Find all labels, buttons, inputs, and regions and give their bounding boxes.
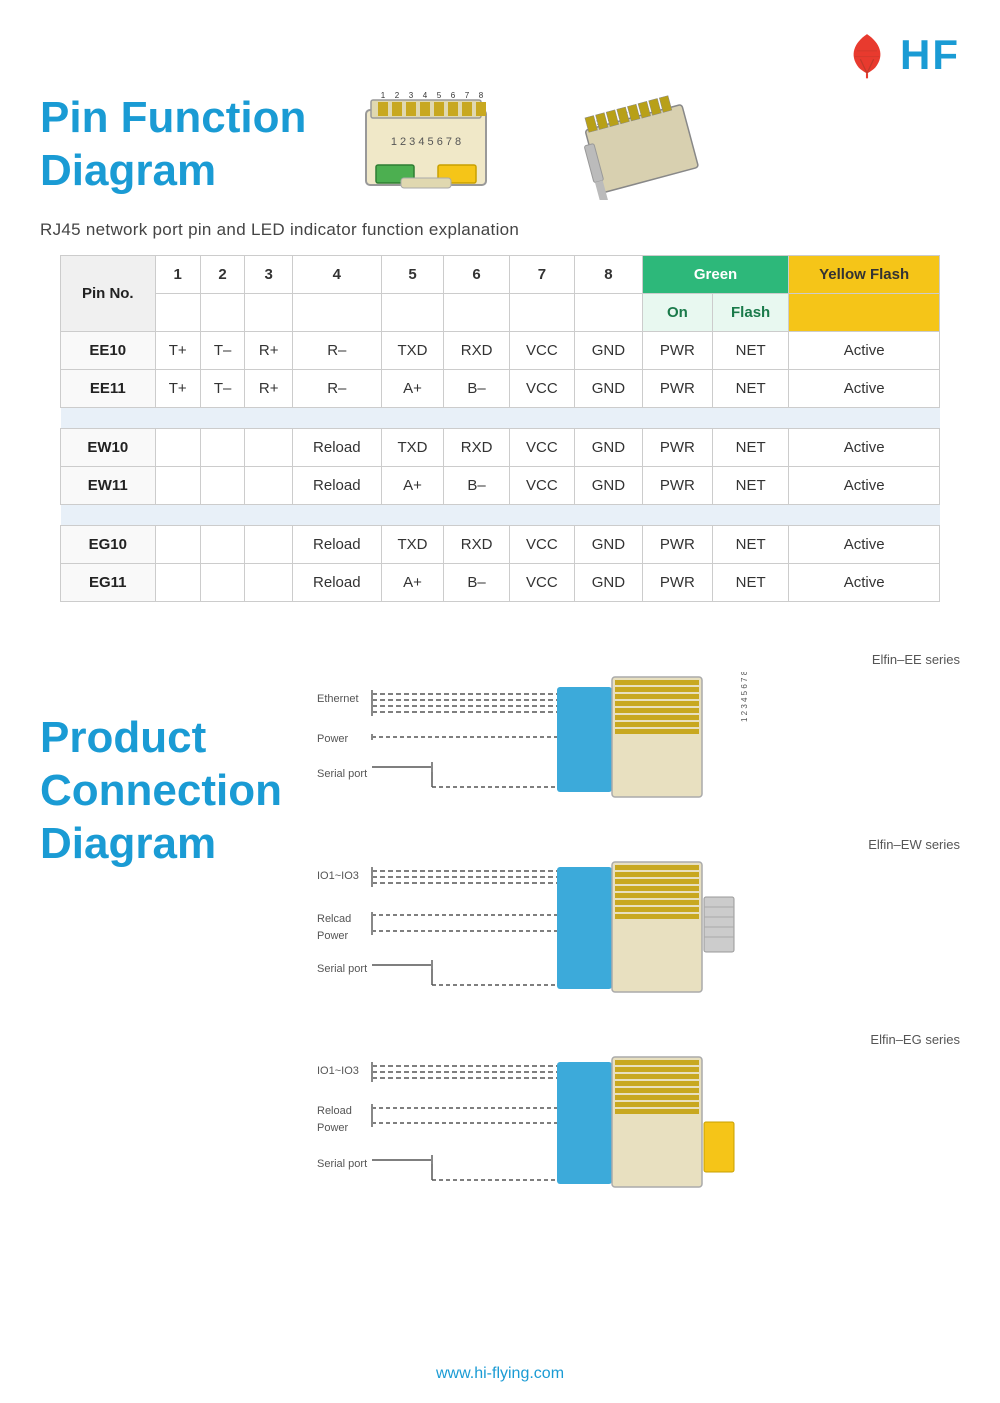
product-section: Product Connection Diagram Elfin–EE seri… <box>0 632 1000 1217</box>
connector-front-icon: 1 2 3 4 5 6 7 8 1 2 3 4 5 6 7 8 <box>346 90 506 200</box>
svg-text:Serial port: Serial port <box>317 963 367 975</box>
diagram-ee-series: Elfin–EE series Ethernet Power Serial po… <box>312 652 960 807</box>
svg-text:7: 7 <box>465 91 470 100</box>
col-8: 8 <box>575 256 643 294</box>
table-row: EW11 Reload A+ B– VCC GND PWR NET Active <box>61 467 940 505</box>
diagrams-area: Elfin–EE series Ethernet Power Serial po… <box>312 652 960 1197</box>
diagram-ew-series: Elfin–EW series IO1~IO3 Relcad Power Ser… <box>312 837 960 1002</box>
col-5: 5 <box>381 256 444 294</box>
svg-text:Power: Power <box>317 1122 349 1134</box>
svg-text:Serial port: Serial port <box>317 1158 367 1170</box>
yellow-flash-header <box>789 294 940 332</box>
svg-text:1: 1 <box>381 91 386 100</box>
col-7-sub <box>509 294 574 332</box>
col-4-sub <box>293 294 382 332</box>
diagram-eg-series: Elfin–EG series IO1~IO3 Reload Power Ser… <box>312 1032 960 1197</box>
table-row: EG11 Reload A+ B– VCC GND PWR NET Active <box>61 564 940 602</box>
logo-text: HF <box>900 31 960 79</box>
svg-text:4: 4 <box>423 91 428 100</box>
svg-text:Reload: Reload <box>317 1105 352 1117</box>
green-header: Green <box>642 256 788 294</box>
svg-text:IO1~IO3: IO1~IO3 <box>317 870 359 882</box>
col-5-sub <box>381 294 444 332</box>
eg-series-diagram-icon: IO1~IO3 Reload Power Serial port <box>312 1052 832 1192</box>
product-title: Product Connection Diagram <box>40 712 282 870</box>
title-section: Pin Function Diagram 1 2 3 4 5 6 7 8 1 2… <box>0 90 1000 200</box>
svg-text:2: 2 <box>395 91 400 100</box>
footer: www.hi-flying.com <box>0 1365 1000 1383</box>
connector-side-icon: 1 2 3 4 5 6 7 8 <box>546 90 716 200</box>
col-6-sub <box>444 294 509 332</box>
pin-table-container: Pin No. 1 2 3 4 5 6 7 8 Green Yellow Fla… <box>0 255 1000 602</box>
logo-leaf-icon <box>842 30 892 80</box>
svg-text:Serial port: Serial port <box>317 768 367 780</box>
table-spacer <box>61 505 940 526</box>
svg-text:3: 3 <box>409 91 414 100</box>
ew-series-diagram-icon: IO1~IO3 Relcad Power Serial port <box>312 857 832 997</box>
table-row: EG10 Reload TXD RXD VCC GND PWR NET Acti… <box>61 526 940 564</box>
svg-text:Power: Power <box>317 930 349 942</box>
svg-text:6: 6 <box>451 91 456 100</box>
pin-table: Pin No. 1 2 3 4 5 6 7 8 Green Yellow Fla… <box>60 255 940 602</box>
svg-text:Ethernet: Ethernet <box>317 693 359 705</box>
ee-series-diagram-icon: Ethernet Power Serial port <box>312 672 832 802</box>
table-row: EW10 Reload TXD RXD VCC GND PWR NET Acti… <box>61 429 940 467</box>
svg-text:1 2 3 4 5 6 7 8: 1 2 3 4 5 6 7 8 <box>740 672 749 722</box>
col-2: 2 <box>200 256 245 294</box>
table-row: EE10 T+ T– R+ R– TXD RXD VCC GND PWR NET… <box>61 332 940 370</box>
subtitle: RJ45 network port pin and LED indicator … <box>0 210 1000 255</box>
header: HF <box>0 0 1000 90</box>
table-spacer <box>61 408 940 429</box>
svg-text:Relcad: Relcad <box>317 913 351 925</box>
col-6: 6 <box>444 256 509 294</box>
page-title: Pin Function Diagram <box>40 92 306 198</box>
green-on-header: On <box>642 294 712 332</box>
col-1: 1 <box>155 256 200 294</box>
col-7: 7 <box>509 256 574 294</box>
pin-no-header: Pin No. <box>61 256 156 332</box>
svg-text:1 2 3 4 5 6 7 8: 1 2 3 4 5 6 7 8 <box>391 136 461 148</box>
svg-text:5: 5 <box>437 91 442 100</box>
table-row: EE11 T+ T– R+ R– A+ B– VCC GND PWR NET A… <box>61 370 940 408</box>
green-flash-header: Flash <box>712 294 788 332</box>
logo-area: HF <box>842 30 960 80</box>
col-4: 4 <box>293 256 382 294</box>
svg-text:Power: Power <box>317 733 349 745</box>
yellow-header: Yellow Flash <box>789 256 940 294</box>
col-8-sub <box>575 294 643 332</box>
col-3-sub <box>245 294 293 332</box>
svg-text:8: 8 <box>479 91 484 100</box>
col-1-sub <box>155 294 200 332</box>
col-3: 3 <box>245 256 293 294</box>
website-link: www.hi-flying.com <box>436 1365 564 1382</box>
col-2-sub <box>200 294 245 332</box>
svg-text:IO1~IO3: IO1~IO3 <box>317 1065 359 1077</box>
